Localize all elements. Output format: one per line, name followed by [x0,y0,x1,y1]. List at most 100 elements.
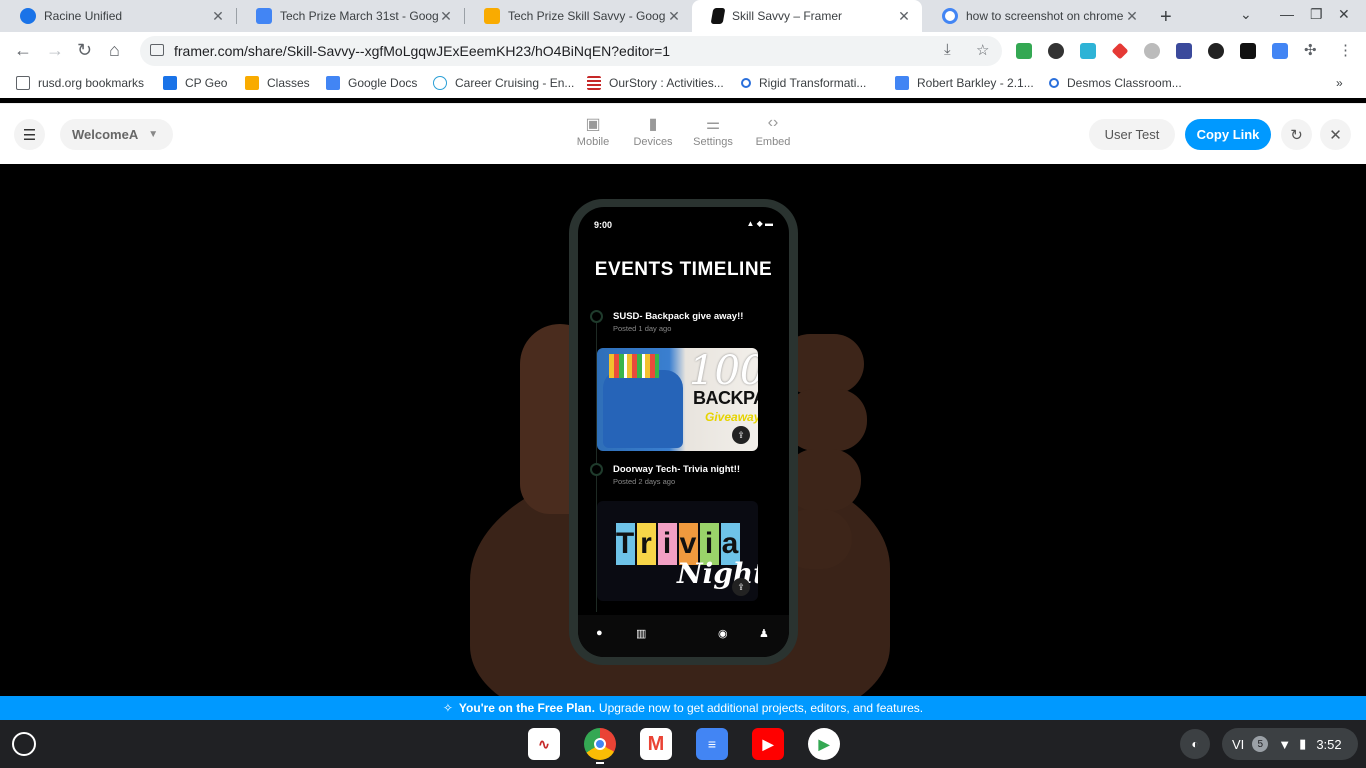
trivia-letter-tile: T [615,523,635,565]
puzzle-extensions-icon[interactable]: ✣ [1304,41,1317,59]
il-extension-icon[interactable] [1176,43,1192,59]
profile-icon[interactable]: ♟ [759,627,769,640]
tool-mobile[interactable]: ▣ Mobile [563,114,623,148]
status-tray[interactable]: VI 5 ▼ ▮ 3:52 [1222,728,1358,760]
bookmark-folder[interactable]: rusd.org bookmarks [16,76,144,90]
chat-icon[interactable]: ● [596,627,603,639]
free-plan-banner[interactable]: ✧ You're on the Free Plan. Upgrade now t… [0,696,1366,720]
docs-icon[interactable]: ≡ [696,728,728,760]
timeline-dot [590,310,603,323]
bookmark-item[interactable]: CP Geo [163,76,227,90]
cloud-extension-icon[interactable] [1080,43,1096,59]
tool-embed[interactable]: ‹› Embed [743,114,803,148]
url-text: framer.com/share/Skill-Savvy--xgfMoLgqwJ… [174,43,671,59]
tab-tech-prize-march[interactable]: Tech Prize March 31st - Google ✕ [236,0,464,32]
event-posted: Posted 2 days ago [613,477,676,486]
tool-devices[interactable]: ▮ Devices [623,114,683,148]
screencast-extension-icon[interactable] [1208,43,1224,59]
image-text: Giveaway [705,410,758,424]
bookmark-item[interactable]: OurStory : Activities... [587,76,724,90]
address-bar[interactable]: framer.com/share/Skill-Savvy--xgfMoLgqwJ… [140,36,1002,66]
tool-settings[interactable]: ⚌ Settings [683,114,743,148]
tab-tech-prize-skill-savvy[interactable]: Tech Prize Skill Savvy - Google ✕ [464,0,692,32]
event-image-trivia[interactable]: Trivia Night ⇪ [597,501,758,601]
event-title[interactable]: SUSD- Backpack give away!! [613,311,743,322]
hamburger-menu-icon[interactable]: ☰ [14,119,45,150]
bookmark-item[interactable]: Google Docs [326,76,417,90]
notification-badge: 5 [1252,736,1269,752]
bookmark-item[interactable]: Desmos Classroom... [1049,76,1182,90]
classroom-extension-icon[interactable] [1016,43,1032,59]
chrome-icon[interactable] [584,728,616,760]
gmail-icon[interactable]: M [640,728,672,760]
tab-skill-savvy-framer[interactable]: Skill Savvy – Framer ✕ [692,0,922,32]
map-icon[interactable]: ▥ [636,627,646,640]
close-icon[interactable]: ✕ [896,8,912,25]
agent-extension-icon[interactable] [1240,43,1256,59]
bookmark-item[interactable]: Rigid Transformati... [741,76,866,90]
home-icon[interactable]: ⌂ [109,40,120,61]
gem-extension-icon[interactable] [1111,42,1129,60]
docs-favicon-icon [256,8,272,24]
classroom-icon [163,76,177,90]
compass-icon[interactable]: ◉ [718,627,728,640]
phone-frame-icon: ▣ [585,116,601,133]
tab-racine-unified[interactable]: Racine Unified ✕ [0,0,236,32]
chevron-down-icon: ▼ [148,129,159,140]
preview-canvas: 9:00 ▲ ◆ ▬ EVENTS TIMELINE SUSD- Backpac… [0,164,1366,696]
translate-extension-icon[interactable] [1272,43,1288,59]
bottom-nav: ● ▥ ◉ ♟ [578,615,789,657]
reload-icon[interactable]: ↻ [77,40,92,61]
cloud-favicon-icon [20,8,36,24]
user-test-button[interactable]: User Test [1089,119,1175,150]
bookmark-item[interactable]: Classes [245,76,310,90]
docs-icon [895,76,909,90]
sparkle-icon: ✧ [442,701,453,715]
event-image-backpack[interactable]: 100 BACKPACK Giveaway ⇪ [597,348,758,451]
site-info-icon[interactable] [150,44,164,56]
flag-icon [587,76,601,90]
new-tab-icon[interactable]: + [1160,6,1172,29]
browser-toolbar: ← → ↻ ⌂ framer.com/share/Skill-Savvy--xg… [0,32,1366,70]
close-window-icon[interactable]: ✕ [1338,6,1350,23]
youtube-icon[interactable]: ▶ [752,728,784,760]
google-favicon-icon [942,8,958,24]
bookmark-item[interactable]: Career Cruising - En... [433,76,574,90]
back-icon[interactable]: ← [14,40,32,61]
status-icons: ▲ ◆ ▬ [746,219,773,228]
forward-icon[interactable]: → [46,40,64,61]
close-preview-icon[interactable]: ✕ [1320,119,1351,150]
folder-icon [16,76,30,90]
minimize-icon[interactable]: — [1280,6,1294,22]
status-time: 9:00 [594,220,613,230]
tab-search-icon[interactable]: ⌄ [1240,6,1252,23]
extension-icon[interactable] [1048,43,1064,59]
bookmark-star-icon[interactable]: ☆ [976,41,989,59]
restore-icon[interactable]: ❐ [1310,6,1323,23]
more-bookmarks-icon[interactable]: » [1336,76,1343,90]
classes-icon [245,76,259,90]
close-icon[interactable]: ✕ [210,8,226,25]
sine-app-icon[interactable]: ∿ [528,728,560,760]
share-icon[interactable]: ⇪ [732,426,750,444]
battery-icon: ▮ [1299,736,1307,751]
more-menu-icon[interactable]: ⋮ [1338,41,1353,59]
gear-extension-icon[interactable] [1144,43,1160,59]
play-store-icon[interactable]: ▶ [808,728,840,760]
copy-link-button[interactable]: Copy Link [1185,119,1271,150]
close-icon[interactable]: ✕ [438,8,454,25]
audio-icon[interactable]: ◐ [1180,729,1210,759]
close-icon[interactable]: ✕ [666,8,682,25]
trivia-letter-tile: r [636,523,656,565]
page-selector[interactable]: WelcomeA ▼ [60,119,173,150]
bookmark-item[interactable]: Robert Barkley - 2.1... [895,76,1034,90]
event-title[interactable]: Doorway Tech- Trivia night!! [613,464,740,475]
install-icon[interactable]: ⤓ [944,41,951,58]
refresh-icon[interactable]: ↻ [1281,119,1312,150]
tab-how-to-screenshot[interactable]: how to screenshot on chrome ✕ [922,0,1150,32]
share-icon[interactable]: ⇪ [732,578,750,596]
devices-icon: ▮ [648,116,658,133]
desmos-icon [1049,78,1059,88]
close-icon[interactable]: ✕ [1124,8,1140,25]
launcher-icon[interactable] [12,732,36,756]
